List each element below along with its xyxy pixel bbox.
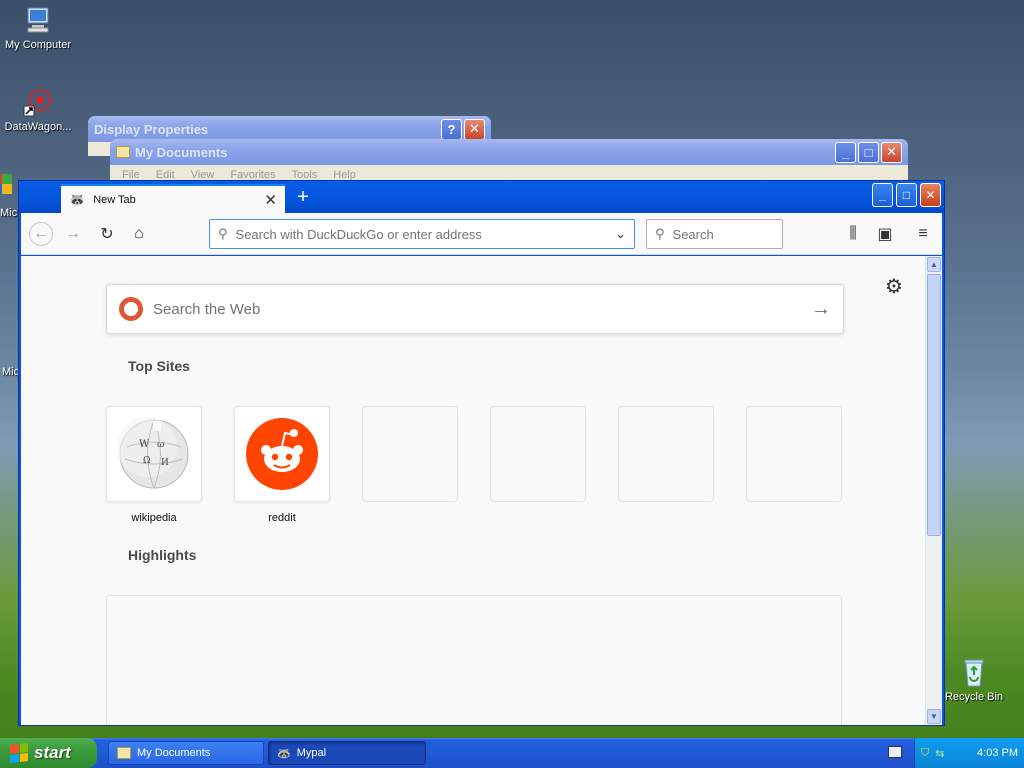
back-button[interactable]: ← bbox=[29, 222, 53, 246]
top-site-empty[interactable] bbox=[490, 406, 586, 502]
svg-text:ω: ω bbox=[157, 440, 164, 450]
scroll-thumb[interactable] bbox=[927, 274, 941, 536]
sidebar-icon[interactable]: ▣ bbox=[873, 222, 897, 246]
close-button[interactable]: ✕ bbox=[881, 141, 902, 163]
search-icon: ⚲ bbox=[218, 226, 228, 241]
new-tab-page: ⚙ Search the Web → Top Sites W ω Ω И wik… bbox=[21, 256, 925, 725]
close-tab-icon[interactable]: ✕ bbox=[264, 191, 277, 209]
chevron-down-icon[interactable]: ⌄ bbox=[615, 226, 626, 242]
desktop-icon-label: My Computer bbox=[4, 39, 72, 51]
wikipedia-globe-icon: W ω Ω И bbox=[117, 417, 189, 489]
mypal-tab-icon: 🦝 bbox=[69, 191, 86, 207]
desktop-icon-label: Mic bbox=[0, 207, 18, 219]
window-titlebar[interactable]: My Documents _ □ ✕ bbox=[110, 139, 908, 165]
vertical-scrollbar[interactable]: ▲ ▼ bbox=[925, 256, 942, 725]
taskbar-item-mypal[interactable]: 🦝 Mypal bbox=[268, 741, 426, 765]
scroll-down-button[interactable]: ▼ bbox=[927, 709, 941, 724]
minimize-button[interactable]: _ bbox=[872, 183, 893, 207]
search-icon: ⚲ bbox=[655, 226, 665, 241]
desktop-icon-label: Recycle Bin bbox=[944, 691, 1004, 703]
web-search-placeholder: Search the Web bbox=[153, 300, 261, 318]
svg-text:И: И bbox=[161, 458, 169, 468]
office-icon bbox=[0, 172, 12, 204]
search-placeholder: Search bbox=[672, 226, 714, 242]
start-button[interactable]: start bbox=[0, 738, 97, 768]
window-controls: _ □ ✕ bbox=[872, 183, 941, 207]
desktop-icon-label: DataWagon... bbox=[4, 121, 72, 133]
top-site-wikipedia[interactable]: W ω Ω И bbox=[106, 406, 202, 502]
start-label: start bbox=[34, 743, 71, 762]
highlights-panel bbox=[106, 595, 842, 725]
taskbar-item-label: Mypal bbox=[296, 747, 327, 759]
minimize-button[interactable]: _ bbox=[835, 141, 856, 163]
tab-new-tab[interactable]: 🦝 New Tab ✕ bbox=[61, 184, 285, 213]
mypal-icon: 🦝 bbox=[277, 747, 291, 760]
top-site-reddit[interactable] bbox=[234, 406, 330, 502]
clock[interactable]: 4:03 PM bbox=[977, 747, 1018, 759]
top-site-empty[interactable] bbox=[362, 406, 458, 502]
system-tray: ⛉ ⇆ 4:03 PM bbox=[914, 738, 1024, 768]
taskbar: start My Documents 🦝 Mypal ⛉ ⇆ 4:03 PM bbox=[0, 738, 1024, 768]
duckduckgo-icon bbox=[119, 297, 143, 321]
top-sites-title: Top Sites bbox=[128, 358, 190, 374]
close-button[interactable]: ✕ bbox=[920, 183, 941, 207]
navigation-toolbar: ← → ↻ ⌂ ⚲ Search with DuckDuckGo or ente… bbox=[21, 213, 942, 255]
new-tab-button[interactable]: + bbox=[291, 185, 315, 209]
library-icon[interactable]: ⫼ bbox=[841, 222, 865, 246]
desktop-icon-datawagon[interactable]: DataWagon... bbox=[0, 86, 78, 133]
top-site-empty[interactable] bbox=[618, 406, 714, 502]
menu-icon[interactable]: ≡ bbox=[911, 222, 935, 246]
computer-icon bbox=[22, 4, 54, 36]
close-button[interactable]: ✕ bbox=[464, 118, 485, 140]
desktop-icon-my-computer[interactable]: My Computer bbox=[0, 4, 78, 51]
svg-text:Ω: Ω bbox=[143, 456, 150, 466]
top-site-label: reddit bbox=[268, 512, 296, 524]
reload-button[interactable]: ↻ bbox=[95, 222, 119, 246]
web-search-box[interactable]: Search the Web → bbox=[106, 284, 844, 334]
desktop-icon-recycle-bin[interactable]: Recycle Bin bbox=[934, 656, 1014, 703]
tab-title: New Tab bbox=[93, 193, 136, 206]
reddit-alien-icon bbox=[246, 418, 318, 490]
security-shield-icon[interactable]: ⛉ bbox=[921, 747, 929, 760]
forward-button[interactable]: → bbox=[61, 222, 85, 246]
top-site-label: wikipedia bbox=[131, 512, 177, 524]
gear-icon[interactable]: ⚙ bbox=[885, 274, 903, 299]
maximize-button[interactable]: □ bbox=[896, 183, 917, 207]
datawagon-icon bbox=[22, 86, 54, 118]
scroll-up-button[interactable]: ▲ bbox=[927, 257, 941, 272]
browser-window[interactable]: 🦝 New Tab ✕ + _ □ ✕ ← → ↻ ⌂ ⚲ Search wit… bbox=[18, 180, 945, 726]
help-button[interactable]: ? bbox=[441, 118, 462, 140]
highlights-title: Highlights bbox=[128, 547, 197, 563]
keyboard-icon[interactable] bbox=[888, 746, 902, 758]
taskbar-item-my-documents[interactable]: My Documents bbox=[108, 741, 264, 765]
maximize-button[interactable]: □ bbox=[858, 141, 879, 163]
recycle-bin-icon bbox=[958, 656, 990, 688]
folder-icon bbox=[116, 146, 130, 158]
address-bar[interactable]: ⚲ Search with DuckDuckGo or enter addres… bbox=[209, 219, 635, 249]
svg-text:W: W bbox=[139, 439, 150, 450]
arrow-right-icon[interactable]: → bbox=[811, 298, 831, 321]
desktop-icon-partial-1[interactable]: Mic bbox=[0, 172, 18, 219]
top-site-empty[interactable] bbox=[746, 406, 842, 502]
search-bar[interactable]: ⚲ Search bbox=[646, 219, 783, 249]
home-button[interactable]: ⌂ bbox=[127, 222, 151, 246]
taskbar-item-label: My Documents bbox=[137, 747, 211, 759]
windows-logo-icon bbox=[10, 743, 28, 763]
folder-icon bbox=[117, 747, 131, 759]
window-title: Display Properties bbox=[94, 121, 209, 137]
window-title: My Documents bbox=[135, 144, 228, 160]
network-icon[interactable]: ⇆ bbox=[935, 747, 944, 760]
address-placeholder: Search with DuckDuckGo or enter address bbox=[235, 226, 482, 242]
